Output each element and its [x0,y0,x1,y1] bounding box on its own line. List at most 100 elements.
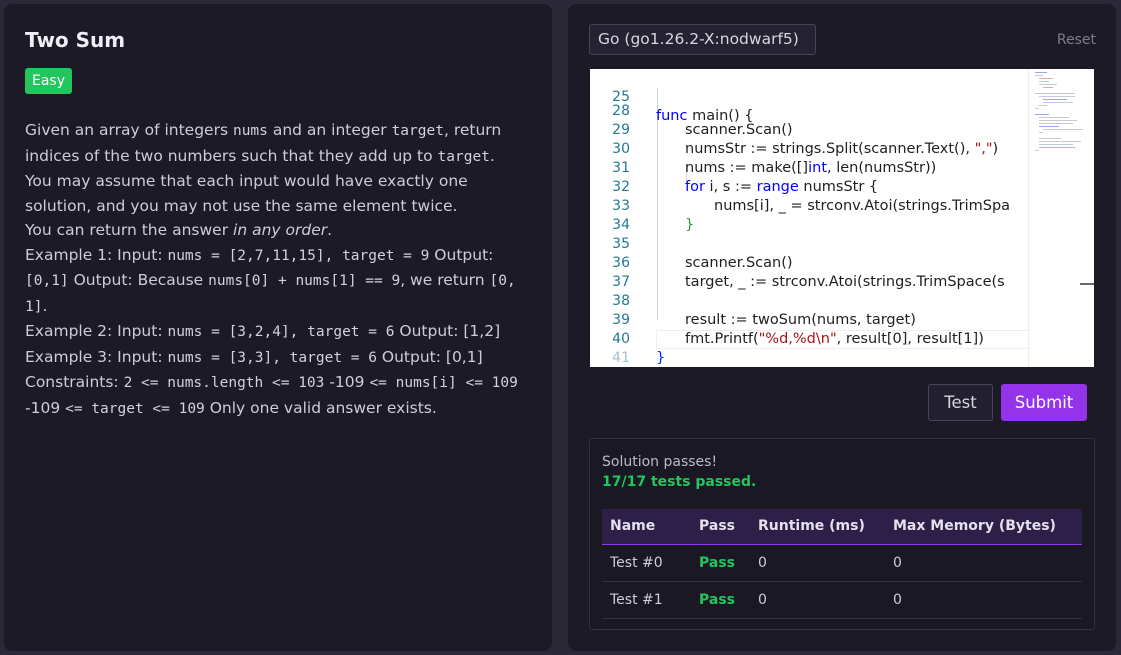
test-name: Test #1 [602,581,691,619]
desc-code: <= nums[i] <= 109 [369,375,518,391]
language-select[interactable]: Go (go1.26.2-X:nodwarf5) [589,24,816,55]
column-header: Pass [699,518,735,535]
minimap-line [1039,138,1061,139]
desc-code: 2 <= nums.length <= 103 [123,375,325,391]
minimap-line [1039,144,1073,145]
desc-text: Output: [0,1] [376,347,483,366]
minimap-line [1043,102,1073,103]
editor-scrollbar[interactable] [1080,283,1094,285]
description-paragraph: You may assume that each input would hav… [25,172,468,215]
desc-text: , we return [400,271,490,289]
desc-text: -109 [324,373,370,391]
code-line: 36 target, _ := strconv.Atoi(strings.Tri… [590,235,1094,290]
problem-description: Given an array of integers nums and an i… [25,118,531,421]
minimap-line [1039,78,1053,79]
test-pass: Pass [691,544,750,582]
code-line: 40 } [590,311,1094,366]
table-header-row: Name Pass Runtime (ms) Max Memory (Bytes… [602,509,1082,544]
difficulty-badge: Easy [25,68,73,94]
desc-text: Example 1: Input: [25,245,168,264]
problem-title: Two Sum [25,28,126,52]
desc-text: . [327,221,333,239]
code-line: 38 result := twoSum(nums, target) [590,273,1094,328]
minimap-line [1035,93,1075,94]
desc-code: nums = [3,2,4], target = 6 [167,324,395,340]
minimap-line [1039,126,1059,127]
desc-code: nums = [2,7,11,15], target = 9 [167,247,430,264]
code-line: 39 fmt.Printf("%d,%d\n", result[0], resu… [590,292,1094,347]
example-2: Example 2: Input: nums = [3,2,4], target… [25,319,531,345]
desc-text: Example 2: Input: [25,322,168,340]
desc-code: target [391,123,444,139]
problem-panel: Two Sum Easy Given an array of integers … [4,4,552,651]
minimap-line [1043,129,1083,130]
reset-button[interactable]: Reset [1057,32,1096,48]
desc-text: Output: [1,2] [394,322,501,340]
desc-code: nums[0] + nums[1] == 9 [208,273,401,289]
test-pass: Pass [691,581,750,619]
test-runtime: 0 [750,544,885,582]
editor-panel: Go (go1.26.2-X:nodwarf5) Reset 25 func m… [568,4,1116,651]
results-table: Name Pass Runtime (ms) Max Memory (Bytes… [602,509,1082,619]
description-paragraph: Given an array of integers nums and an i… [25,118,531,169]
minimap-line [1043,87,1053,88]
test-memory: 0 [885,544,1082,582]
code-line: 33 } [590,178,1094,233]
constraints: Constraints: 2 <= nums.length <= 103 -10… [25,370,531,421]
code-line: 31 for i, s := range numsStr { [590,140,1094,195]
submit-button[interactable]: Submit [1001,384,1087,421]
minimap-line [1039,96,1075,97]
minimap-line [1039,117,1069,118]
minimap-line [1039,123,1073,124]
desc-emphasis: in any order [233,221,328,239]
desc-text: Output: Because [68,271,209,289]
desc-text: Example 3: Input: [25,347,168,366]
minimap-line [1035,72,1047,73]
line-number: 41 [612,350,630,366]
code-line: 34 [590,197,1094,233]
minimap-line [1035,108,1039,109]
example-3: Example 3: Input: nums = [3,3], target =… [25,345,531,371]
minimap-line [1039,120,1077,121]
result-summary: 17/17 tests passed. [602,474,757,490]
column-header: Runtime (ms) [758,518,865,535]
code-line: 28 scanner.Scan() [590,83,1094,138]
desc-code: [0,1] [25,273,69,289]
code-line: 41 [590,330,1094,366]
minimap-line [1039,147,1075,148]
column-header: Max Memory (Bytes) [893,518,1056,535]
minimap-line [1039,141,1081,142]
test-memory: 0 [885,581,1082,619]
desc-text: -109 [25,398,66,417]
desc-text: Only one valid answer exists. [204,398,437,417]
desc-code: target [437,148,490,165]
minimap-line [1035,114,1049,115]
table-row: Test #0 Pass 0 0 [602,544,1082,582]
example-1: Example 1: Input: nums = [2,7,11,15], ta… [25,243,531,320]
code-line: 32 nums[i], _ = strconv.Atoi(strings.Tri… [590,159,1094,214]
minimap-line [1043,99,1067,100]
minimap-line [1039,81,1049,82]
test-runtime: 0 [750,581,885,619]
minimap-line [1035,75,1043,76]
test-name: Test #0 [602,544,691,582]
desc-text: . [42,296,48,315]
desc-text: You can return the answer [25,221,234,239]
code-text: } [656,350,666,366]
code-line: 29 numsStr := strings.Split(scanner.Text… [590,102,1094,157]
code-editor[interactable]: 25 func main() { 28 scanner.Scan() 29 nu… [590,69,1094,367]
desc-text: Given an array of integers [25,121,233,139]
desc-text: . [489,146,495,165]
code-line: 37 [590,254,1094,290]
column-header: Name [610,518,656,535]
desc-code: <= target <= 109 [65,400,205,417]
code-line: 35 scanner.Scan() [590,216,1094,271]
minimap-line [1039,132,1043,133]
editor-minimap[interactable] [1028,69,1094,367]
minimap-line [1039,105,1047,106]
desc-code: nums = [3,3], target = 6 [167,349,377,366]
minimap-line [1035,150,1039,151]
results-panel: Solution passes! 17/17 tests passed. Nam… [589,438,1095,630]
desc-text: Constraints: [25,373,124,391]
test-button[interactable]: Test [928,384,993,421]
